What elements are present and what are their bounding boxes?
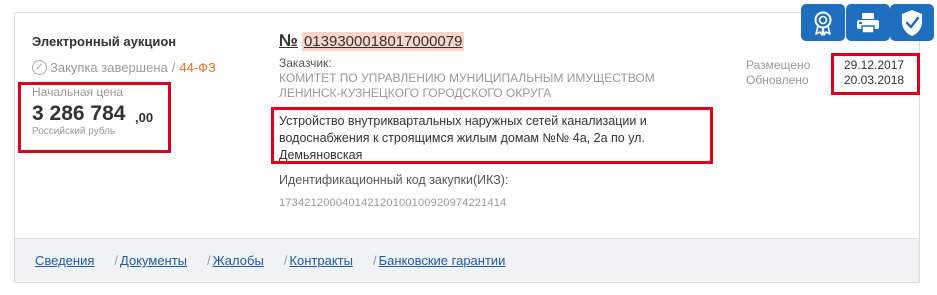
- updated-label: Обновлено: [746, 73, 809, 87]
- ikz-value: 173421200040142120100100920974221414: [279, 197, 507, 209]
- law-badge: 44-ФЗ: [179, 60, 216, 75]
- updated-value: 20.03.2018: [844, 73, 905, 87]
- price-cents: ,00: [135, 110, 154, 125]
- procedure-status: ✓ Закупка завершена / 44-ФЗ: [32, 60, 216, 75]
- check-circle-icon: ✓: [32, 60, 47, 75]
- tab-bank-guarantees[interactable]: Банковские гарантии: [379, 253, 506, 268]
- procedure-type: Электронный аукцион: [32, 34, 177, 49]
- dates-labels: Размещено Обновлено: [746, 58, 810, 88]
- posted-label: Размещено: [746, 58, 811, 72]
- tab-contracts[interactable]: Контракты: [289, 253, 353, 268]
- shield-button[interactable]: [890, 4, 934, 41]
- tab-separator: /: [372, 253, 377, 268]
- award-icon: [814, 11, 832, 36]
- price-label: Начальная цена: [32, 85, 124, 99]
- price-value: 3 286 784: [32, 102, 126, 125]
- purchase-number[interactable]: № 0139300018017000079: [279, 31, 465, 51]
- customer-label: Заказчик:: [279, 56, 332, 70]
- tab-separator: /: [283, 253, 288, 268]
- dates-values: 29.12.2017 20.03.2018: [844, 58, 904, 88]
- status-text: Закупка завершена: [50, 60, 168, 75]
- posted-value: 29.12.2017: [844, 58, 905, 72]
- number-sign: №: [279, 31, 298, 50]
- print-icon: [857, 12, 879, 34]
- print-button[interactable]: [846, 4, 890, 41]
- customer-name[interactable]: КОМИТЕТ ПО УПРАВЛЕНИЮ МУНИЦИПАЛЬНЫМ ИМУЩ…: [279, 71, 699, 101]
- price-currency: Российский рубль: [32, 126, 116, 137]
- tab-complaints[interactable]: Жалобы: [213, 253, 264, 268]
- purchase-card: Электронный аукцион ✓ Закупка завершена …: [14, 12, 920, 283]
- ikz-label: Идентификационный код закупки(ИКЗ):: [279, 173, 509, 187]
- number-value[interactable]: 0139300018017000079: [301, 32, 465, 51]
- tab-info[interactable]: Сведения: [35, 253, 94, 268]
- status-separator: /: [171, 60, 176, 75]
- shield-check-icon: [902, 9, 922, 36]
- tab-separator: /: [207, 253, 211, 268]
- tab-documents[interactable]: Документы: [120, 253, 187, 268]
- card-tabs: Сведения / Документы / Жалобы / Контракт…: [15, 238, 919, 282]
- award-button[interactable]: [801, 4, 845, 41]
- tab-separator: /: [114, 253, 119, 268]
- purchase-object: Устройство внутриквартальных наружных се…: [279, 114, 647, 162]
